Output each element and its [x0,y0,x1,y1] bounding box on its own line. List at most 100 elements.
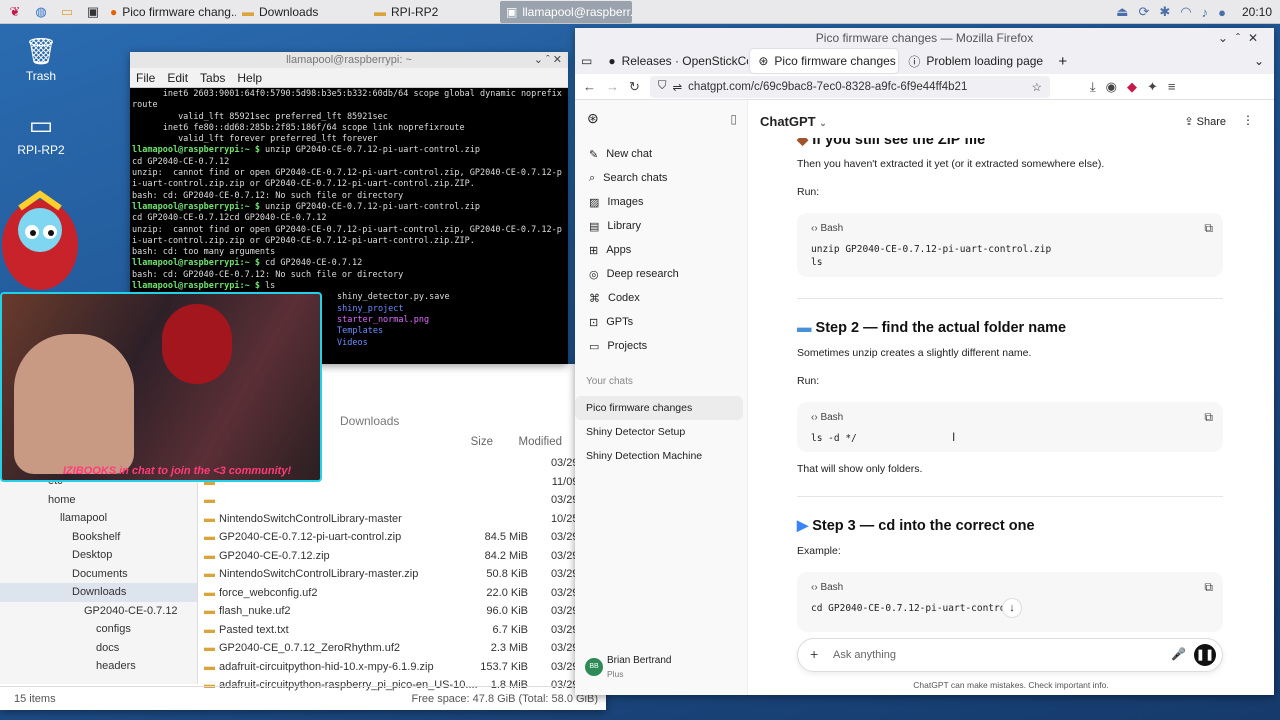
file-manager-launcher-icon[interactable]: ▭ [56,2,78,22]
tab-list-icon[interactable]: ⌄ [1254,54,1264,68]
tab-problem-loading[interactable]: ⓘProblem loading page✕ [900,49,1048,73]
column-size[interactable]: Size [471,436,493,448]
microphone-icon[interactable]: ● [1218,5,1226,20]
reload-icon[interactable]: ↻ [629,79,640,95]
new-tab-icon[interactable]: + [1058,53,1067,70]
account-icon[interactable]: ◉ [1106,79,1117,95]
sidebar-gpts[interactable]: ⊡ GPTs [575,310,747,334]
tree-item[interactable]: Desktop [0,546,197,565]
forward-icon[interactable]: → [606,79,619,94]
file-row[interactable]: ▬ NintendoSwitchControlLibrary-master.zip… [202,565,606,584]
model-selector[interactable]: ChatGPT ⌄ [760,114,827,129]
file-row[interactable]: ▬ GP2040-CE-0.7.12-pi-uart-control.zip 84.… [202,528,606,547]
file-row[interactable]: ▬force_webconfig.uf222.0 KiB03/29/2026 [202,584,606,603]
sidebar-projects[interactable]: ▭ Projects [575,334,747,358]
code-text[interactable]: unzip GP2040-CE-0.7.12-pi-uart-control.z… [811,243,1051,269]
folder-icon: ▬ [242,4,254,19]
browser-launcher-icon[interactable]: ◍ [30,2,52,22]
desktop-icon-drive[interactable]: ▭ RPI-RP2 [6,110,76,157]
folder-icon: ▬ [374,4,386,19]
copy-icon[interactable]: ⧉ [1204,580,1213,595]
firefox-view-icon[interactable]: ▭ [581,54,592,68]
tree-item[interactable]: docs [0,639,197,658]
extensions-icon[interactable]: ✦ [1147,79,1158,95]
openai-logo-icon[interactable]: ⊛ [587,110,599,127]
file-row[interactable]: ▬03/29/2026 [202,491,606,510]
scroll-to-bottom-button[interactable]: ↓ [1002,598,1022,618]
voice-mode-button[interactable]: ❚❚ [1194,644,1216,666]
tree-item[interactable]: home [0,491,197,510]
microphone-icon[interactable]: 🎤 [1171,647,1186,661]
user-profile[interactable]: BB Brian Bertrand Plus [585,655,735,683]
app-menu-icon[interactable]: ≡ [1168,79,1176,94]
sidebar-codex[interactable]: ⌘ Codex [575,286,747,310]
sidebar-library[interactable]: ▤ Library [575,214,747,238]
window-controls[interactable]: ⌄ ˆ ✕ [534,52,562,68]
share-button[interactable]: ⇪ Share [1184,115,1226,128]
tree-item[interactable]: Downloads [0,583,197,602]
menu-help[interactable]: Help [237,71,262,85]
tree-item[interactable]: GP2040-CE-0.7.12 [0,602,197,621]
updates-icon[interactable]: ⟳ [1138,4,1149,20]
location-bar[interactable]: Downloads [340,414,399,428]
column-modified[interactable]: Modified [519,436,562,448]
file-row[interactable]: ▬GP2040-CE_0.7.12_ZeroRhythm.uf22.3 MiB0… [202,639,606,658]
copy-icon[interactable]: ⧉ [1204,410,1213,425]
menu-edit[interactable]: Edit [167,71,188,85]
extension-icon[interactable]: ◆ [1127,79,1137,95]
taskbar-window-rpi-rp2[interactable]: ▬ RPI-RP2 [368,1,500,23]
clock[interactable]: 20:10 [1242,5,1272,19]
file-row[interactable]: ▬flash_nuke.uf296.0 KiB03/29/2026 [202,602,606,621]
code-text[interactable]: cd GP2040-CE-0.7.12-pi-uart-contro [811,602,1005,615]
tab-releases[interactable]: ● Releases · OpenStickCo [600,49,748,73]
url-bar[interactable]: ⛉ ⇌ chatgpt.com/c/69c9bac8-7ec0-8328-a9fc-… [649,75,1050,98]
message-composer[interactable]: + Ask anything 🎤 ❚❚ [797,638,1223,672]
message-input-placeholder[interactable]: Ask anything [833,649,896,661]
taskbar-window-downloads[interactable]: ▬ Downloads [236,1,368,23]
tree-item[interactable]: Bookshelf [0,528,197,547]
sidebar-new-chat[interactable]: ✎ New chat [575,142,747,166]
wifi-icon[interactable]: ◠ [1180,4,1191,20]
file-row[interactable]: ▬NintendoSwitchControlLibrary-master10/2… [202,510,606,529]
tab-pico-firmware[interactable]: ⊛ Pico firmware changes [750,49,899,73]
file-name: NintendoSwitchControlLibrary-master.zip [219,568,419,581]
menu-tabs[interactable]: Tabs [200,71,225,85]
tree-item[interactable]: headers [0,657,197,676]
site-info-icon: ⇌ [672,81,683,94]
code-text[interactable]: ls -d */ [811,432,857,445]
sidebar-images[interactable]: ▨ Images [575,190,747,214]
downloads-icon[interactable]: ⤓ [1090,79,1096,95]
tree-item[interactable]: configs [0,620,197,639]
back-icon[interactable]: ← [583,79,596,94]
sidebar-deep-research[interactable]: ◎ Deep research [575,262,747,286]
attach-plus-icon[interactable]: + [810,646,818,662]
volume-icon[interactable]: ♪ [1202,5,1209,20]
taskbar-window-firefox[interactable]: ● Pico firmware chang... [104,1,236,23]
taskbar-window-terminal[interactable]: ▣ llamapool@raspberr... [500,0,632,23]
eject-icon[interactable]: ⏏ [1116,4,1128,20]
terminal-launcher-icon[interactable]: ▣ [82,2,104,22]
sidebar-toggle-icon[interactable]: ▯ [730,112,737,126]
chat-item[interactable]: Shiny Detection Machine [575,444,743,468]
menu-file[interactable]: File [136,71,155,85]
desktop-icon-trash[interactable]: 🗑 Trash [6,36,76,83]
file-row[interactable]: ▬GP2040-CE-0.7.12.zip84.2 MiB03/29/2026 [202,547,606,566]
tree-item[interactable]: Documents [0,565,197,584]
bookmark-star-icon[interactable]: ☆ [1032,80,1042,94]
copy-icon[interactable]: ⧉ [1204,221,1213,236]
sidebar-search[interactable]: ⌕ Search chats [575,166,747,190]
chat-item[interactable]: Shiny Detector Setup [575,420,743,444]
chat-item[interactable]: Pico firmware changes [575,396,743,420]
file-name: force_webconfig.uf2 [219,586,318,599]
webcam-overlay: IZIBOOKS in chat to join the <3 communit… [0,292,322,482]
window-controls[interactable]: ⌄ˆ✕ [1218,28,1266,48]
file-row[interactable]: ▬Pasted text.txt6.7 KiB03/29/2026 [202,621,606,640]
disclaimer: ChatGPT can make mistakes. Check importa… [913,680,1109,690]
raspberry-menu-icon[interactable]: ❦ [4,2,26,22]
tree-item[interactable]: llamapool [0,509,197,528]
more-options-icon[interactable]: ⋮ [1242,113,1254,127]
file-list: ▬03/29/2026▬11/09/2025▬03/29/2026▬Ninten… [202,454,606,695]
sidebar-apps[interactable]: ⊞ Apps [575,238,747,262]
bluetooth-icon[interactable]: ✱ [1159,4,1170,20]
file-row[interactable]: ▬ adafruit-circuitpython-hid-10.x-mpy-6.1… [202,658,606,677]
